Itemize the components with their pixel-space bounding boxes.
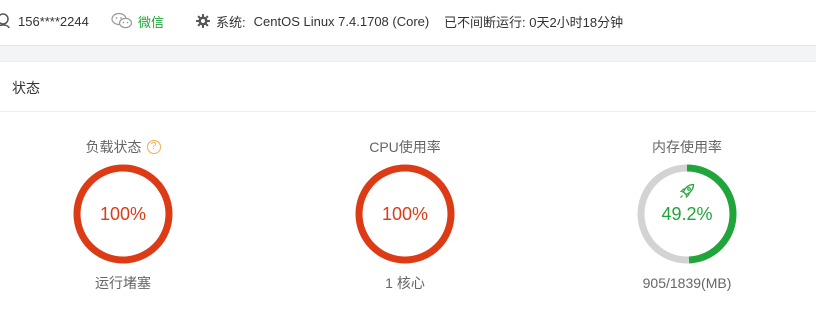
memory-gauge[interactable]: 内存使用率 49.2% 905/1839(MB) (627, 136, 747, 294)
status-title: 状态 (12, 80, 40, 96)
uptime-text: 已不间断运行: 0天2小时18分钟 (444, 14, 624, 30)
user-icon (0, 13, 12, 29)
load-gauge-ring: 100% (71, 162, 175, 266)
gear-icon (196, 14, 210, 28)
wechat-icon (111, 12, 133, 30)
system-value: CentOS Linux 7.4.1708 (Core) (253, 13, 430, 29)
cpu-gauge-title: CPU使用率 (369, 139, 441, 155)
memory-usage-detail: 905/1839(MB) (642, 275, 732, 291)
load-gauge[interactable]: 负载状态 ? 100% 运行堵塞 (63, 136, 183, 294)
top-info-bar: 156****2244 微信 系统: CentOS Linux 7.4.1708… (0, 0, 816, 46)
load-gauge-status: 运行堵塞 (95, 275, 151, 291)
cpu-core-count: 1 核心 (385, 275, 425, 291)
account-info[interactable]: 156****2244 (0, 0, 89, 42)
status-panel-header: 状态 (0, 62, 816, 112)
system-label: 系统: (216, 14, 246, 30)
status-panel: 状态 负载状态 ? 100% 运行堵塞 CPU使用率 100% 1 核心 内存使… (0, 61, 816, 313)
wechat-label: 微信 (138, 14, 165, 30)
cpu-gauge-ring: 100% (353, 162, 457, 266)
memory-gauge-title: 内存使用率 (652, 139, 722, 155)
memory-gauge-value: 49.2% (661, 203, 713, 224)
cpu-gauge-value: 100% (381, 203, 429, 224)
load-gauge-value: 100% (99, 203, 147, 224)
load-gauge-title: 负载状态 (85, 139, 142, 155)
memory-gauge-ring: 49.2% (635, 162, 739, 266)
system-info: 系统: CentOS Linux 7.4.1708 (Core) (196, 0, 429, 42)
wechat-link[interactable]: 微信 (111, 0, 164, 42)
account-number: 156****2244 (18, 13, 89, 29)
cpu-gauge[interactable]: CPU使用率 100% 1 核心 (345, 136, 465, 294)
load-gauge-title-row: 负载状态 ? (63, 136, 183, 158)
question-circle-icon[interactable]: ? (146, 140, 161, 154)
